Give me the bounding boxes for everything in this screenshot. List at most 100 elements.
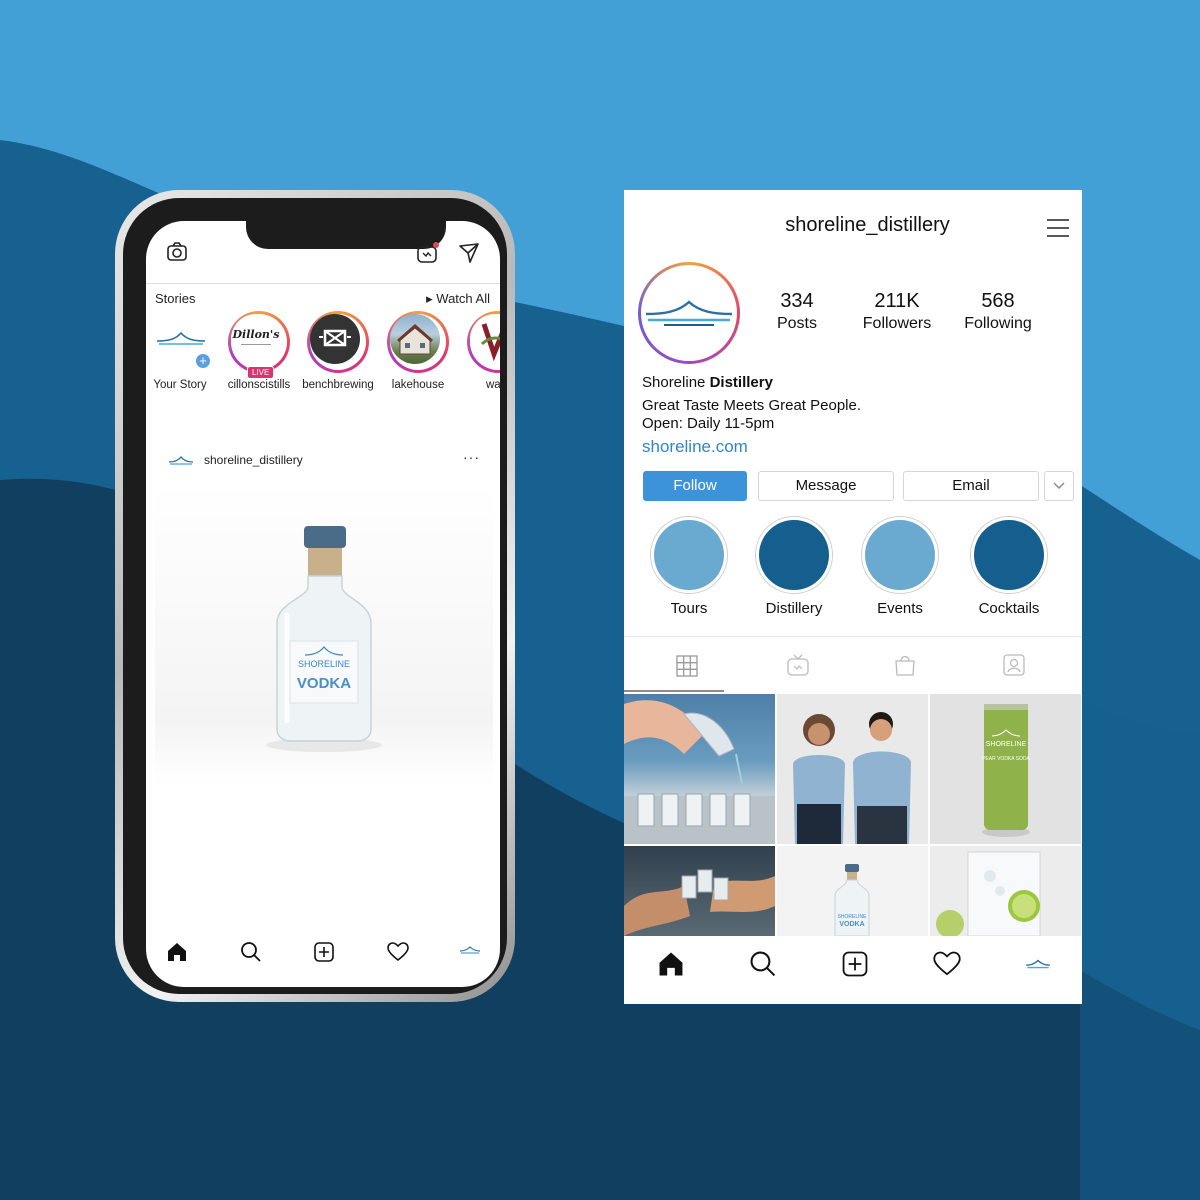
post-image[interactable]: SHORELINE VODKA <box>155 483 493 787</box>
tagged-icon[interactable] <box>1002 653 1026 677</box>
people-tshirts-photo <box>793 712 911 844</box>
story-avatar <box>307 311 369 373</box>
mini-bottle-product: VODKA <box>839 921 864 928</box>
grid-post-tshirts[interactable] <box>777 694 928 844</box>
stat-followers[interactable]: 211K Followers <box>857 290 937 333</box>
shoreline-logo-icon <box>645 300 733 326</box>
stat-value: 211K <box>874 290 920 312</box>
add-story-icon[interactable]: + <box>195 353 211 369</box>
heart-icon[interactable] <box>387 942 409 962</box>
grid-post-pouring[interactable] <box>624 694 775 844</box>
cocktail-photo <box>936 851 1041 936</box>
story-avatar <box>387 311 449 373</box>
profile-avatar[interactable] <box>638 262 740 364</box>
highlight-cocktails[interactable]: Cocktails <box>969 516 1049 617</box>
dillons-logo-text: Dillon's <box>232 328 280 341</box>
home-icon[interactable] <box>657 950 685 978</box>
vodka-soda-can-photo: SHORELINE PEAR VODKA SODA <box>982 704 1031 837</box>
bottle-product: VODKA <box>297 675 351 692</box>
stat-posts[interactable]: 334 Posts <box>772 290 822 333</box>
lakehouse-photo <box>397 323 433 355</box>
menu-icon[interactable] <box>1046 218 1070 238</box>
profile-display-name: Shoreline Distillery <box>642 374 773 391</box>
profile-logo-icon[interactable] <box>459 945 481 955</box>
story-avatar <box>467 311 500 373</box>
story-lakehouse[interactable]: lakehouse <box>380 311 456 391</box>
stat-value: 568 <box>981 290 1015 312</box>
add-post-icon[interactable] <box>841 950 869 978</box>
highlight-events[interactable]: Events <box>860 516 940 617</box>
can-brand: SHORELINE <box>986 741 1027 748</box>
stat-label: Posts <box>776 315 817 332</box>
search-icon[interactable] <box>749 950 777 978</box>
profile-website-link[interactable]: shoreline.com <box>642 437 748 457</box>
chevron-down-icon <box>1053 482 1065 489</box>
message-button[interactable]: Message <box>758 471 894 501</box>
story-label: wa <box>486 379 500 391</box>
active-tab-indicator <box>624 690 724 692</box>
email-button[interactable]: Email <box>903 471 1039 501</box>
bottle-brand: SHORELINE <box>298 659 350 669</box>
post-grid: SHORELINE PEAR VODKA SODA SHORELINE VODK… <box>624 694 1082 936</box>
home-icon[interactable] <box>166 941 188 963</box>
profile-logo-icon[interactable] <box>1025 958 1051 970</box>
bio-line-1: Great Taste Meets Great People. <box>642 397 862 414</box>
highlight-cover <box>974 520 1044 590</box>
stat-label: Followers <box>862 315 932 332</box>
story-label: lakehouse <box>391 379 445 391</box>
profile-panel: shoreline_distillery 334 Posts 211K Foll… <box>624 190 1082 1004</box>
phone-mockup: Stories ▸ Watch All + Your Story Dillon'… <box>115 190 515 1002</box>
profile-username: shoreline_distillery <box>785 214 950 236</box>
story-wa[interactable]: wa <box>460 311 500 391</box>
story-label: benchbrewing <box>302 379 374 391</box>
follow-button[interactable]: Follow <box>643 471 747 501</box>
search-icon[interactable] <box>240 941 262 963</box>
story-your-story[interactable]: + Your Story <box>146 311 218 391</box>
camera-icon[interactable] <box>166 241 188 263</box>
igtv-tab-icon[interactable] <box>786 653 810 677</box>
vodka-bottle-mini-photo: SHORELINE VODKA <box>834 864 870 936</box>
stat-value: 334 <box>780 290 814 312</box>
highlight-distillery[interactable]: Distillery <box>754 516 834 617</box>
watch-all-link[interactable]: ▸ Watch All <box>426 291 490 307</box>
stories-divider <box>146 283 500 284</box>
story-avatar: Dillon's LIVE <box>228 311 290 379</box>
post-header: shoreline_distillery ··· <box>146 449 500 473</box>
grid-view-icon[interactable] <box>676 655 698 677</box>
profile-bottom-nav <box>624 936 1082 1004</box>
grid-post-toast[interactable] <box>624 846 775 936</box>
mini-bottle-brand: SHORELINE <box>838 914 868 920</box>
story-label: cillonscistills <box>227 379 291 391</box>
story-avatar: + <box>149 311 211 373</box>
direct-message-icon[interactable] <box>458 242 480 264</box>
grid-post-bottle[interactable]: SHORELINE VODKA <box>777 846 928 936</box>
can-product: PEAR VODKA SODA <box>982 756 1030 762</box>
more-options-button[interactable] <box>1044 471 1074 501</box>
story-benchbrewing[interactable]: benchbrewing <box>300 311 376 391</box>
toast-photo <box>624 869 775 936</box>
highlight-label: Cocktails <box>978 600 1040 617</box>
add-post-icon[interactable] <box>313 941 335 963</box>
stat-label: Following <box>964 315 1032 332</box>
post-avatar-logo-icon[interactable] <box>168 455 194 467</box>
story-dillons[interactable]: Dillon's LIVE cillonscistills <box>221 311 297 391</box>
display-name-first: Shoreline <box>642 374 706 391</box>
heart-icon[interactable] <box>933 951 961 977</box>
phone-bezel: Stories ▸ Watch All + Your Story Dillon'… <box>123 198 507 994</box>
post-username[interactable]: shoreline_distillery <box>204 453 303 467</box>
live-badge: LIVE <box>247 366 275 379</box>
phone-screen: Stories ▸ Watch All + Your Story Dillon'… <box>146 221 500 987</box>
post-more-icon[interactable]: ··· <box>463 449 480 465</box>
display-name-second: Distillery <box>709 374 773 391</box>
highlight-tours[interactable]: Tours <box>649 516 729 617</box>
highlight-label: Distillery <box>765 600 823 617</box>
highlight-label: Events <box>877 600 923 617</box>
highlight-cover <box>654 520 724 590</box>
profile-tabs <box>624 636 1082 693</box>
igtv-icon[interactable] <box>416 241 440 265</box>
story-label: Your Story <box>153 379 207 391</box>
grid-post-can[interactable]: SHORELINE PEAR VODKA SODA <box>930 694 1081 844</box>
grid-post-cocktail[interactable] <box>930 846 1081 936</box>
shop-icon[interactable] <box>894 653 916 677</box>
stat-following[interactable]: 568 Following <box>958 290 1038 333</box>
